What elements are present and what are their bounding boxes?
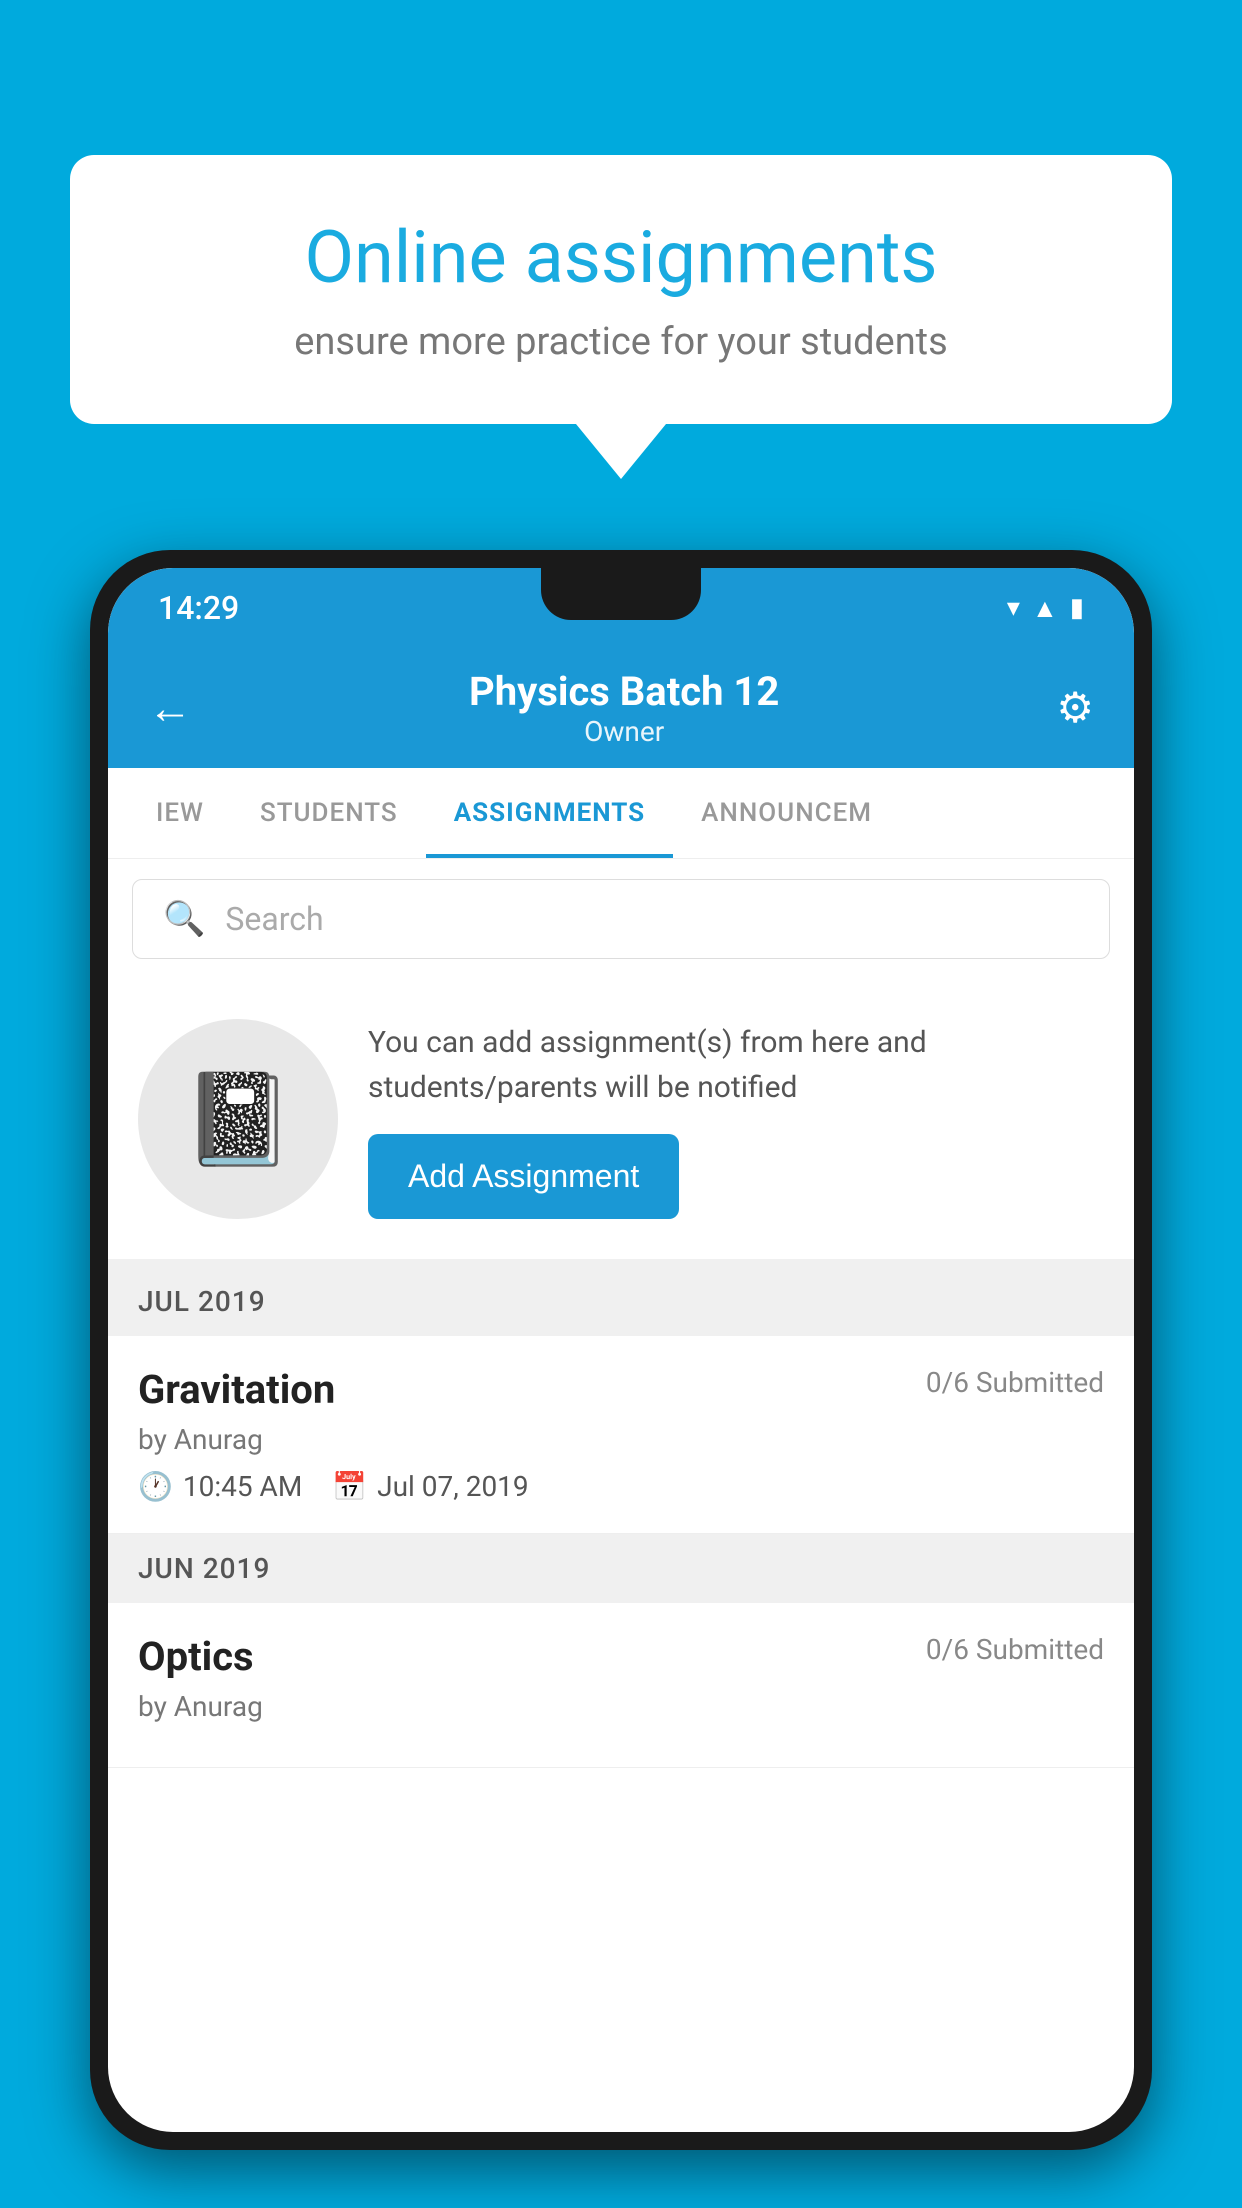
status-bar: 14:29 ▾ ▲ ▮	[108, 568, 1134, 648]
phone-outer: 14:29 ▾ ▲ ▮ ← Physics Batch 12 Owner ⚙	[90, 550, 1152, 2150]
status-time: 14:29	[158, 589, 239, 627]
phone-container: 14:29 ▾ ▲ ▮ ← Physics Batch 12 Owner ⚙	[90, 550, 1152, 2208]
assignment-name-gravitation: Gravitation	[138, 1366, 335, 1413]
search-icon: 🔍	[163, 899, 205, 939]
app-header: ← Physics Batch 12 Owner ⚙	[108, 648, 1134, 768]
assignment-by-optics: by Anurag	[138, 1690, 1104, 1723]
header-title-block: Physics Batch 12 Owner	[469, 668, 779, 748]
section-jul-2019: JUL 2019	[108, 1267, 1134, 1336]
assignment-item-gravitation[interactable]: Gravitation 0/6 Submitted by Anurag 🕐 10…	[108, 1336, 1134, 1534]
search-placeholder-text: Search	[225, 900, 323, 938]
clock-icon: 🕐	[138, 1470, 173, 1503]
tab-assignments[interactable]: ASSIGNMENTS	[426, 768, 673, 858]
back-button[interactable]: ←	[148, 682, 192, 734]
speech-bubble: Online assignments ensure more practice …	[70, 155, 1172, 424]
tab-announcements[interactable]: ANNOUNCEM	[673, 768, 900, 858]
status-icons: ▾ ▲ ▮	[1007, 593, 1084, 624]
tabs-bar: IEW STUDENTS ASSIGNMENTS ANNOUNCEM	[108, 768, 1134, 859]
date-value: Jul 07, 2019	[377, 1470, 529, 1503]
tab-students[interactable]: STUDENTS	[232, 768, 426, 858]
gear-icon[interactable]: ⚙	[1056, 683, 1094, 733]
speech-bubble-subtitle: ensure more practice for your students	[150, 320, 1092, 364]
section-jun-2019: JUN 2019	[108, 1534, 1134, 1603]
search-bar[interactable]: 🔍 Search	[132, 879, 1110, 959]
section-header-jun: JUN 2019	[138, 1552, 270, 1585]
speech-bubble-container: Online assignments ensure more practice …	[70, 155, 1172, 479]
signal-icon: ▲	[1032, 593, 1058, 624]
assignment-top-row: Gravitation 0/6 Submitted	[138, 1366, 1104, 1413]
search-container: 🔍 Search	[108, 859, 1134, 979]
phone-screen: 14:29 ▾ ▲ ▮ ← Physics Batch 12 Owner ⚙	[108, 568, 1134, 2132]
assignment-submitted-optics: 0/6 Submitted	[926, 1633, 1104, 1666]
prompt-text-block: You can add assignment(s) from here and …	[368, 1020, 1104, 1219]
battery-icon: ▮	[1070, 593, 1084, 623]
assignment-submitted-gravitation: 0/6 Submitted	[926, 1366, 1104, 1399]
assignment-name-optics: Optics	[138, 1633, 254, 1680]
prompt-icon-circle: 📓	[138, 1019, 338, 1219]
assignment-meta-gravitation: 🕐 10:45 AM 📅 Jul 07, 2019	[138, 1470, 1104, 1503]
prompt-description: You can add assignment(s) from here and …	[368, 1020, 1104, 1110]
tab-iew[interactable]: IEW	[128, 768, 232, 858]
assignment-prompt: 📓 You can add assignment(s) from here an…	[108, 979, 1134, 1267]
speech-bubble-title: Online assignments	[150, 215, 1092, 300]
time-value: 10:45 AM	[183, 1470, 302, 1503]
speech-bubble-arrow	[576, 424, 666, 479]
header-title: Physics Batch 12	[469, 668, 779, 715]
calendar-icon: 📅	[332, 1470, 367, 1503]
notebook-icon: 📓	[182, 1067, 294, 1172]
assignment-top-row-optics: Optics 0/6 Submitted	[138, 1633, 1104, 1680]
assignment-time: 🕐 10:45 AM	[138, 1470, 302, 1503]
assignment-date: 📅 Jul 07, 2019	[332, 1470, 528, 1503]
content-area: 🔍 Search 📓 You can add assignment(s) fro…	[108, 859, 1134, 2132]
wifi-icon: ▾	[1007, 593, 1020, 623]
assignment-item-optics[interactable]: Optics 0/6 Submitted by Anurag	[108, 1603, 1134, 1768]
section-header-jul: JUL 2019	[138, 1285, 266, 1318]
header-subtitle: Owner	[469, 715, 779, 748]
notch	[541, 568, 701, 620]
assignment-by-gravitation: by Anurag	[138, 1423, 1104, 1456]
add-assignment-button[interactable]: Add Assignment	[368, 1134, 679, 1219]
